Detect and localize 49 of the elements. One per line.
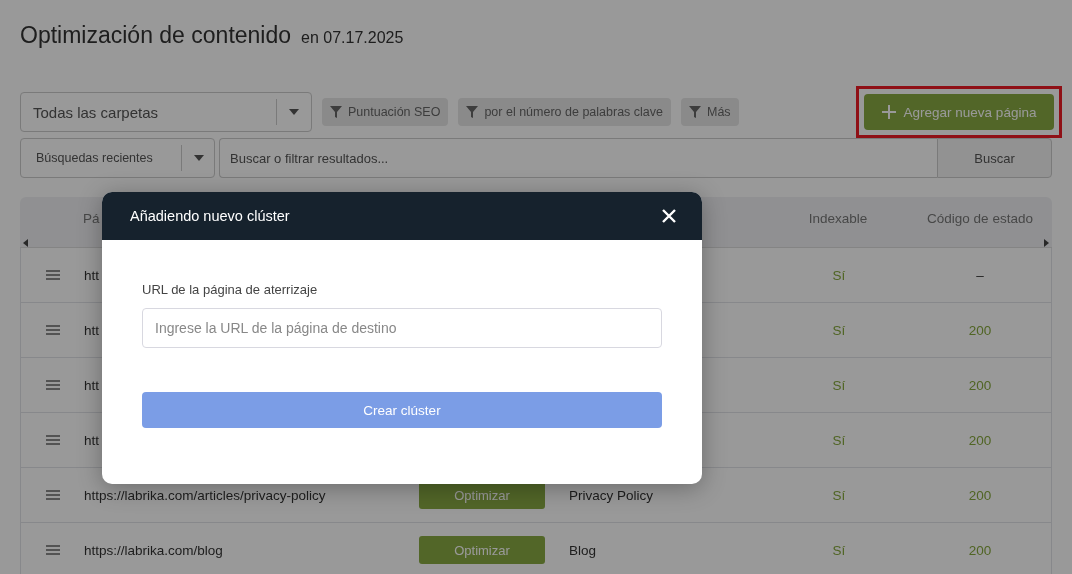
report-date: en 07.17.2025	[301, 29, 404, 47]
status-code-cell-text: 200	[967, 432, 993, 448]
scroll-right-icon	[1044, 239, 1049, 247]
filter-icon	[330, 106, 342, 118]
page-title-cell-text: Privacy Policy	[569, 487, 655, 503]
indexable-cell-text: Sí	[831, 377, 847, 393]
scroll-left-icon	[23, 239, 28, 247]
folder-dropdown[interactable]: Todas las carpetas	[20, 92, 312, 132]
url-input-field[interactable]: Ingrese la URL de la página de destino	[142, 308, 662, 348]
status-code-cell-text: –	[975, 267, 985, 283]
filter-icon	[466, 106, 479, 118]
search-field[interactable]: Buscar o filtrar resultados...	[219, 138, 937, 178]
column-header: Código de estado	[926, 210, 1034, 226]
recent-searches-dropdown[interactable]: Búsquedas recientes	[20, 138, 215, 178]
page-url[interactable]: https://labrika.com/blog	[84, 542, 419, 558]
drag-handle-icon	[45, 380, 60, 390]
status-code-cell-text: 200	[967, 377, 993, 393]
indexable-cell-text: Sí	[831, 267, 847, 283]
status-code-cell-text: 200	[967, 542, 993, 558]
column-header: Pá	[83, 211, 100, 226]
search-button[interactable]: Buscar	[937, 138, 1052, 178]
indexable-cell-text: Sí	[831, 432, 847, 448]
caret-icon	[194, 155, 204, 161]
status-code-cell-text: 200	[967, 322, 993, 338]
drag-handle-icon	[45, 490, 60, 500]
indexable-cell-text: Sí	[831, 487, 847, 503]
add-page-button[interactable]: Agregar nueva página	[864, 94, 1054, 130]
indexable-cell-text: Sí	[831, 322, 847, 338]
filter-icon	[689, 106, 701, 118]
page-url[interactable]: https://labrika.com/articles/privacy-policy	[84, 487, 419, 503]
create-cluster-button[interactable]: Crear clúster	[142, 392, 662, 428]
drag-handle-icon	[45, 270, 60, 280]
page-title-cell-text: Blog	[569, 542, 598, 558]
filter-button[interactable]: Puntuación SEO	[322, 98, 449, 126]
close-icon[interactable]	[662, 209, 676, 223]
column-header: Indexable	[807, 210, 869, 226]
drag-handle-icon	[45, 545, 60, 555]
optimize-button[interactable]: Optimizar	[419, 536, 545, 564]
filter-button[interactable]: Más	[681, 98, 739, 126]
drag-handle-icon	[45, 435, 60, 445]
caret-icon	[289, 109, 299, 115]
status-code-cell-text: 200	[967, 487, 993, 503]
dialog-title: Añadiendo nuevo clúster	[130, 208, 290, 224]
indexable-cell-text: Sí	[831, 542, 847, 558]
page-title: Optimización de contenido	[20, 22, 292, 49]
filter-button[interactable]: por el número de palabras clave	[458, 98, 671, 126]
drag-handle-icon	[45, 325, 60, 335]
field-label: URL de la página de aterrizaje	[142, 282, 319, 299]
plus-icon	[881, 105, 896, 119]
